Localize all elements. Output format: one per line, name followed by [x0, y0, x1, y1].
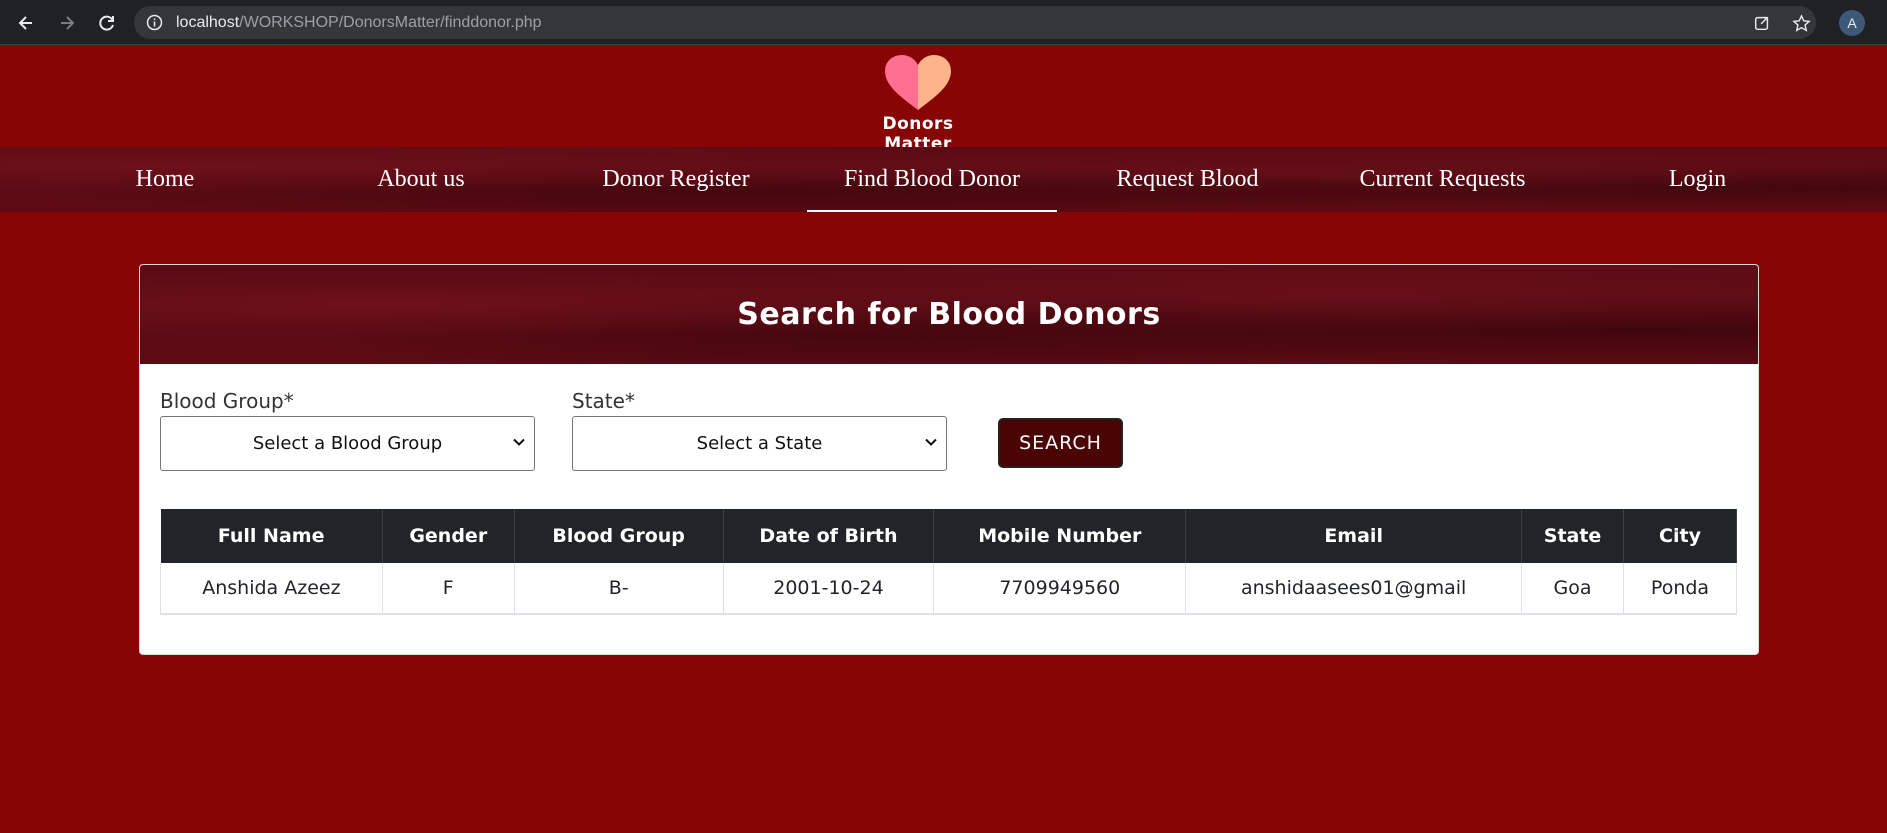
cell-date-of-birth: 2001-10-24 [723, 563, 935, 615]
cell-state: Goa [1521, 563, 1625, 615]
site-header: Donors Matter [0, 46, 1887, 154]
cell-city: Ponda [1623, 563, 1737, 615]
nav-current-requests[interactable]: Current Requests [1350, 147, 1535, 212]
cell-full-name: Anshida Azeez [160, 563, 383, 615]
cell-email: anshidaasees01@gmail [1185, 563, 1523, 615]
reload-icon [99, 15, 114, 31]
cell-mobile-number: 7709949560 [933, 563, 1187, 615]
nav-request-blood[interactable]: Request Blood [1105, 147, 1270, 212]
col-blood-group[interactable]: Blood Group [514, 509, 724, 563]
heart-logo-icon [885, 55, 951, 110]
search-card: Search for Blood Donors Blood Group* Sel… [139, 264, 1759, 655]
col-email[interactable]: Email [1185, 509, 1523, 563]
share-icon [1754, 16, 1769, 31]
url-host: localhost [176, 14, 240, 31]
nav-about-us[interactable]: About us [361, 147, 481, 212]
share-button[interactable] [1751, 12, 1773, 34]
col-state[interactable]: State [1521, 509, 1625, 563]
arrow-right-icon [61, 16, 75, 30]
forward-button[interactable] [53, 9, 81, 37]
search-button[interactable]: SEARCH [998, 418, 1123, 468]
col-gender[interactable]: Gender [382, 509, 515, 563]
state-label: State* [572, 389, 635, 413]
nav-donor-register[interactable]: Donor Register [590, 147, 762, 212]
cell-gender: F [382, 563, 515, 615]
address-bar[interactable]: localhost/WORKSHOP/DonorsMatter/finddono… [134, 6, 1816, 39]
bookmark-button[interactable] [1790, 12, 1812, 34]
url-path: /WORKSHOP/DonorsMatter/finddonor.php [239, 14, 542, 31]
main-nav: Home About us Donor Register Find Blood … [0, 147, 1887, 212]
col-full-name[interactable]: Full Name [160, 509, 383, 563]
table-header-row: Full Name Gender Blood Group Date of Bir… [160, 509, 1737, 563]
site-logo[interactable]: Donors Matter [848, 54, 988, 154]
url-text[interactable]: localhost/WORKSHOP/DonorsMatter/finddono… [176, 14, 542, 32]
col-date-of-birth[interactable]: Date of Birth [723, 509, 935, 563]
nav-home[interactable]: Home [110, 147, 220, 212]
nav-find-blood-donor[interactable]: Find Blood Donor [807, 147, 1057, 212]
state-selected: Select a State [696, 433, 823, 454]
donor-results-table: Full Name Gender Blood Group Date of Bir… [160, 509, 1737, 615]
card-title: Search for Blood Donors [737, 297, 1161, 332]
col-city[interactable]: City [1623, 509, 1737, 563]
col-mobile-number[interactable]: Mobile Number [933, 509, 1187, 563]
browser-toolbar: localhost/WORKSHOP/DonorsMatter/finddono… [0, 0, 1887, 45]
blood-group-label: Blood Group* [160, 389, 294, 413]
reload-button[interactable] [93, 9, 121, 37]
blood-group-select[interactable]: Select a Blood Group [160, 416, 535, 471]
back-button[interactable] [12, 9, 40, 37]
table-row: Anshida Azeez F B- 2001-10-24 7709949560… [160, 563, 1737, 615]
cell-blood-group: B- [514, 563, 724, 615]
profile-avatar[interactable]: A [1839, 10, 1865, 36]
star-icon [1791, 13, 1811, 32]
chevron-down-icon [925, 438, 937, 446]
card-header: Search for Blood Donors [140, 265, 1758, 364]
state-select[interactable]: Select a State [572, 416, 947, 471]
chevron-down-icon [513, 438, 525, 446]
nav-login[interactable]: Login [1650, 147, 1745, 212]
arrow-left-icon [18, 16, 32, 30]
blood-group-selected: Select a Blood Group [252, 433, 443, 454]
info-icon[interactable] [146, 14, 163, 31]
